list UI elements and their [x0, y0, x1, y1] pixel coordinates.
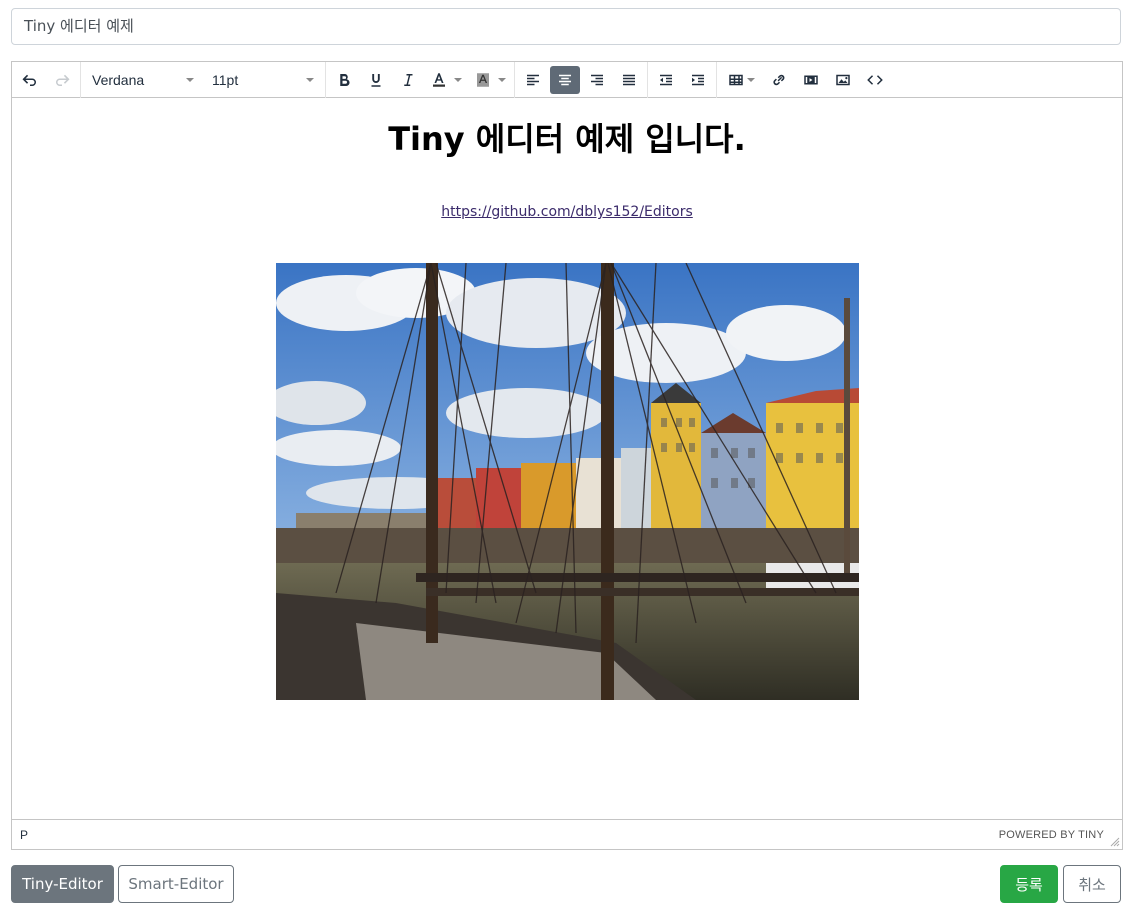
- image-icon[interactable]: [828, 66, 858, 94]
- tiny-editor: Verdana 11pt Tiny 에디터 예제 입니다. https://gi…: [11, 61, 1123, 850]
- font-group: Verdana 11pt: [81, 61, 326, 98]
- font-family-value: Verdana: [92, 71, 145, 88]
- align-center-icon[interactable]: [550, 65, 580, 94]
- editor-toolbar: Verdana 11pt: [12, 61, 1122, 98]
- tiny-editor-button[interactable]: Tiny-Editor: [11, 865, 114, 903]
- content-link[interactable]: https://github.com/dblys152/Editors: [12, 204, 1122, 220]
- resize-handle-icon[interactable]: [1110, 837, 1120, 847]
- font-size-value: 11pt: [212, 71, 239, 88]
- font-family-select[interactable]: Verdana: [84, 66, 202, 94]
- link-icon[interactable]: [764, 66, 794, 94]
- chevron-down-icon: [186, 77, 194, 82]
- insert-group: [717, 62, 893, 98]
- editor-statusbar: P POWERED BY TINY: [12, 819, 1122, 849]
- heading-text: 에디터 예제 입니다.: [464, 120, 746, 158]
- redo-icon[interactable]: [47, 66, 77, 94]
- background-color-icon[interactable]: [469, 66, 511, 94]
- italic-icon[interactable]: [393, 66, 423, 94]
- media-icon[interactable]: [796, 66, 826, 94]
- table-icon[interactable]: [720, 66, 762, 94]
- bold-icon[interactable]: [329, 66, 359, 94]
- format-group: [326, 61, 515, 98]
- save-button[interactable]: 등록: [1000, 865, 1058, 903]
- powered-by-tiny[interactable]: POWERED BY TINY: [999, 829, 1104, 841]
- harbor-photo-image: [276, 263, 859, 700]
- history-group: [12, 61, 81, 98]
- harbor-photo[interactable]: [276, 263, 859, 700]
- indent-icon[interactable]: [683, 66, 713, 94]
- underline-icon[interactable]: [361, 66, 391, 94]
- code-icon[interactable]: [860, 66, 890, 94]
- font-size-select[interactable]: 11pt: [204, 66, 322, 94]
- chevron-down-icon: [306, 77, 314, 82]
- element-path[interactable]: P: [20, 828, 28, 842]
- align-left-icon[interactable]: [518, 66, 548, 94]
- outdent-icon[interactable]: [651, 66, 681, 94]
- align-justify-icon[interactable]: [614, 66, 644, 94]
- indent-group: [648, 61, 717, 98]
- heading-bold-word: Tiny: [388, 120, 465, 158]
- content-heading: Tiny 에디터 예제 입니다.: [12, 114, 1122, 160]
- editor-content[interactable]: Tiny 에디터 예제 입니다. https://github.com/dbly…: [12, 98, 1122, 819]
- cancel-button[interactable]: 취소: [1063, 865, 1121, 903]
- title-input[interactable]: Tiny 에디터 예제: [11, 8, 1121, 45]
- text-color-icon[interactable]: [425, 66, 467, 94]
- undo-icon[interactable]: [15, 66, 45, 94]
- align-group: [515, 61, 648, 98]
- align-right-icon[interactable]: [582, 66, 612, 94]
- smart-editor-button[interactable]: Smart-Editor: [118, 865, 234, 903]
